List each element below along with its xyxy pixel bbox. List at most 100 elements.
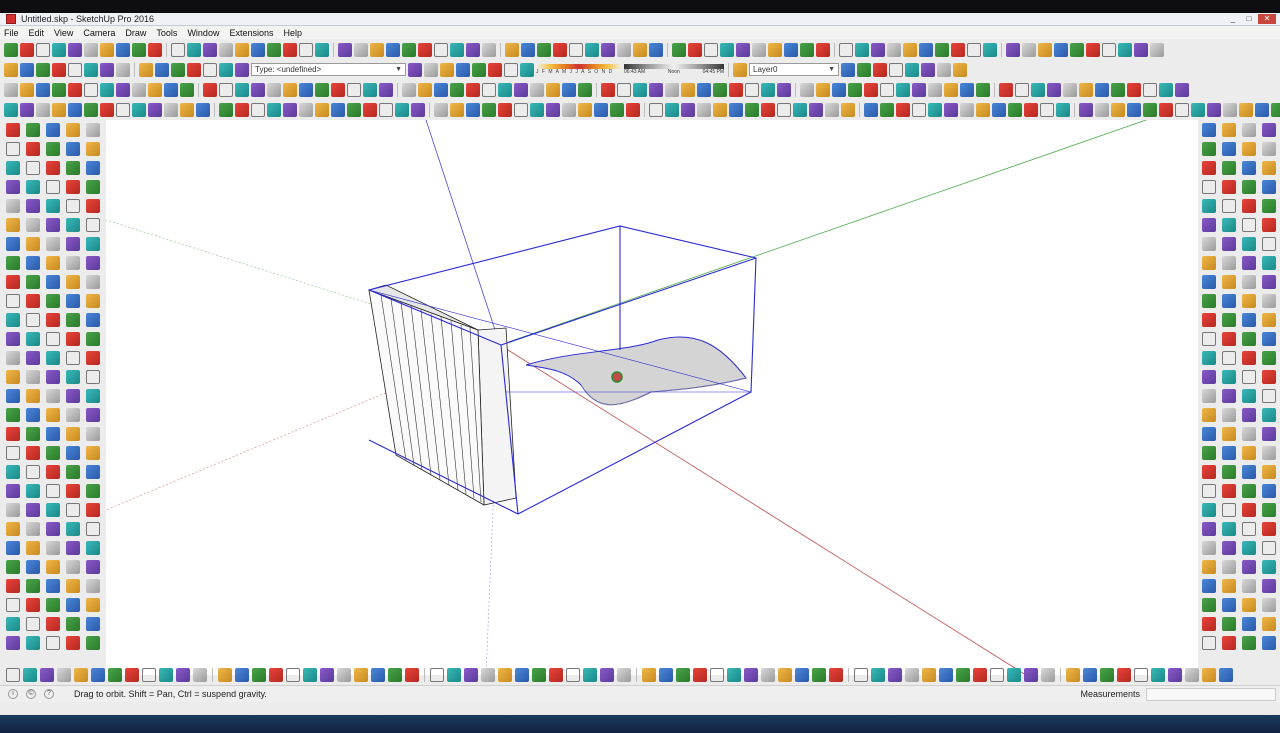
tool-button-icon[interactable]	[66, 541, 80, 555]
tool-button-icon[interactable]	[583, 668, 597, 682]
tool-button-icon[interactable]	[46, 446, 60, 460]
tool-button-icon[interactable]	[464, 668, 478, 682]
tool-button-icon[interactable]	[1242, 427, 1256, 441]
tool-button-icon[interactable]	[395, 102, 409, 117]
tool-button-icon[interactable]	[498, 102, 512, 117]
tool-button-icon[interactable]	[450, 82, 464, 97]
minimize-button[interactable]: _	[1226, 14, 1240, 24]
tool-button-icon[interactable]	[903, 42, 917, 57]
tool-button-icon[interactable]	[219, 102, 233, 117]
tool-button-icon[interactable]	[46, 294, 60, 308]
tool-button-icon[interactable]	[66, 484, 80, 498]
tool-button-icon[interactable]	[299, 42, 313, 57]
tool-button-icon[interactable]	[26, 370, 40, 384]
tool-button-icon[interactable]	[600, 668, 614, 682]
tool-button-icon[interactable]	[46, 199, 60, 213]
tool-button-icon[interactable]	[1202, 199, 1216, 213]
tool-button-icon[interactable]	[26, 237, 40, 251]
tool-button-icon[interactable]	[20, 82, 34, 97]
tool-button-icon[interactable]	[1143, 102, 1157, 117]
tool-button-icon[interactable]	[681, 102, 695, 117]
tool-button-icon[interactable]	[66, 579, 80, 593]
tool-button-icon[interactable]	[6, 180, 20, 194]
tool-button-icon[interactable]	[1151, 668, 1165, 682]
tool-button-icon[interactable]	[116, 62, 130, 77]
tool-button-icon[interactable]	[1015, 82, 1029, 97]
tool-button-icon[interactable]	[546, 102, 560, 117]
tool-button-icon[interactable]	[466, 102, 480, 117]
tool-button-icon[interactable]	[86, 370, 100, 384]
tool-button-icon[interactable]	[688, 42, 702, 57]
tool-button-icon[interactable]	[86, 522, 100, 536]
tool-button-icon[interactable]	[633, 82, 647, 97]
tool-button-icon[interactable]	[100, 42, 114, 57]
tool-button-icon[interactable]	[812, 668, 826, 682]
tool-button-icon[interactable]	[26, 294, 40, 308]
tool-button-icon[interactable]	[86, 237, 100, 251]
tool-button-icon[interactable]	[514, 82, 528, 97]
tool-button-icon[interactable]	[1262, 294, 1276, 308]
tool-button-icon[interactable]	[720, 42, 734, 57]
tool-button-icon[interactable]	[379, 82, 393, 97]
tool-button-icon[interactable]	[6, 313, 20, 327]
tool-button-icon[interactable]	[315, 82, 329, 97]
tool-button-icon[interactable]	[20, 62, 34, 77]
tool-button-icon[interactable]	[40, 668, 54, 682]
tool-button-icon[interactable]	[1219, 668, 1233, 682]
tool-button-icon[interactable]	[795, 668, 809, 682]
tool-button-icon[interactable]	[66, 522, 80, 536]
tool-button-icon[interactable]	[6, 636, 20, 650]
menu-tools[interactable]: Tools	[152, 28, 183, 38]
tool-button-icon[interactable]	[235, 42, 249, 57]
tool-button-icon[interactable]	[768, 42, 782, 57]
tool-button-icon[interactable]	[1191, 102, 1205, 117]
tool-button-icon[interactable]	[1262, 351, 1276, 365]
tool-button-icon[interactable]	[1242, 161, 1256, 175]
tool-button-icon[interactable]	[402, 42, 416, 57]
tool-button-icon[interactable]	[203, 42, 217, 57]
tool-button-icon[interactable]	[976, 102, 990, 117]
tool-button-icon[interactable]	[66, 351, 80, 365]
tool-button-icon[interactable]	[761, 102, 775, 117]
tool-button-icon[interactable]	[66, 332, 80, 346]
tool-button-icon[interactable]	[1223, 102, 1237, 117]
tool-button-icon[interactable]	[46, 522, 60, 536]
tool-button-icon[interactable]	[26, 256, 40, 270]
tool-button-icon[interactable]	[649, 82, 663, 97]
tool-button-icon[interactable]	[1242, 484, 1256, 498]
tool-button-icon[interactable]	[1150, 42, 1164, 57]
tool-button-icon[interactable]	[86, 218, 100, 232]
tool-button-icon[interactable]	[1117, 668, 1131, 682]
tool-button-icon[interactable]	[466, 82, 480, 97]
tool-button-icon[interactable]	[1242, 275, 1256, 289]
tool-button-icon[interactable]	[46, 598, 60, 612]
tool-button-icon[interactable]	[20, 42, 34, 57]
tool-button-icon[interactable]	[482, 82, 496, 97]
tool-button-icon[interactable]	[251, 42, 265, 57]
user-icon[interactable]: ?	[44, 689, 54, 699]
tool-button-icon[interactable]	[26, 484, 40, 498]
tool-button-icon[interactable]	[418, 42, 432, 57]
tool-button-icon[interactable]	[466, 42, 480, 57]
tool-button-icon[interactable]	[68, 42, 82, 57]
tool-button-icon[interactable]	[912, 102, 926, 117]
tool-button-icon[interactable]	[1202, 332, 1216, 346]
tool-button-icon[interactable]	[976, 82, 990, 97]
tool-button-icon[interactable]	[86, 332, 100, 346]
tool-button-icon[interactable]	[1222, 123, 1236, 137]
tool-button-icon[interactable]	[86, 503, 100, 517]
tool-button-icon[interactable]	[116, 82, 130, 97]
tool-button-icon[interactable]	[74, 668, 88, 682]
tool-button-icon[interactable]	[180, 82, 194, 97]
tool-button-icon[interactable]	[68, 82, 82, 97]
tool-button-icon[interactable]	[953, 62, 967, 77]
tool-button-icon[interactable]	[86, 465, 100, 479]
tool-button-icon[interactable]	[386, 42, 400, 57]
tool-button-icon[interactable]	[816, 42, 830, 57]
tool-button-icon[interactable]	[566, 668, 580, 682]
tool-button-icon[interactable]	[86, 408, 100, 422]
tool-button-icon[interactable]	[1202, 370, 1216, 384]
tool-button-icon[interactable]	[52, 102, 66, 117]
tool-button-icon[interactable]	[1202, 465, 1216, 479]
tool-button-icon[interactable]	[6, 123, 20, 137]
